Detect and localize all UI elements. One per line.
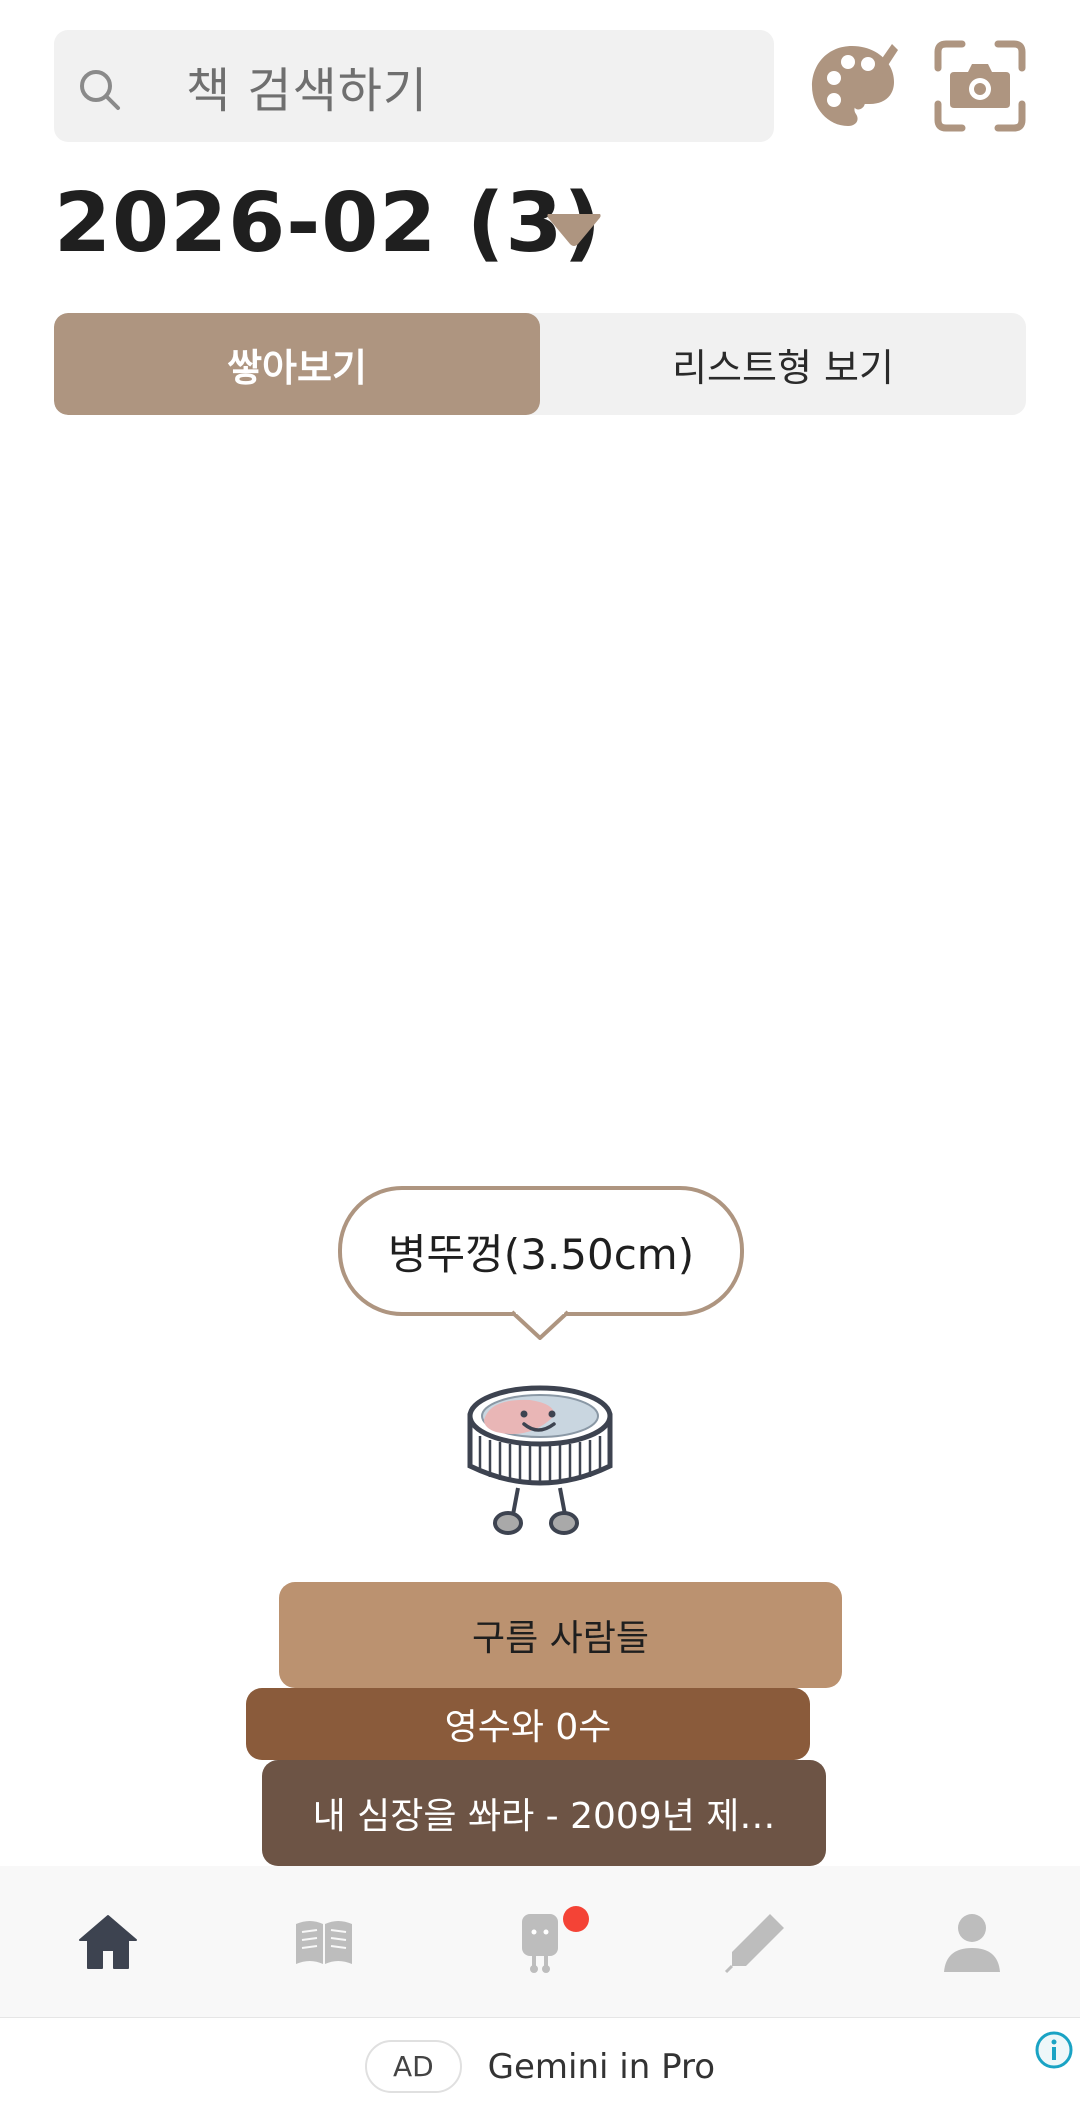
nav-profile[interactable] (864, 1866, 1080, 2018)
bottle-cap-character-icon (467, 1385, 613, 1535)
book-item[interactable]: 영수와 0수 (246, 1688, 810, 1760)
nav-library[interactable] (216, 1866, 432, 2018)
nav-write[interactable] (648, 1866, 864, 2018)
pencil-icon (724, 1913, 784, 1973)
tab-stack-view[interactable]: 쌓아보기 (54, 313, 540, 415)
month-title: 2026-02 (3) (54, 176, 602, 271)
search-placeholder: 책 검색하기 (186, 63, 429, 119)
caret-down-icon[interactable] (544, 210, 604, 250)
home-icon (79, 1914, 137, 1969)
height-bubble: 병뚜껑(3.50cm) (338, 1186, 744, 1316)
search-input[interactable]: 책 검색하기 (54, 30, 774, 142)
camera-icon[interactable] (932, 40, 1028, 132)
ad-badge: AD (364, 2040, 462, 2093)
nav-character[interactable] (432, 1866, 648, 2018)
tab-list-view[interactable]: 리스트형 보기 (540, 313, 1026, 415)
search-icon (80, 70, 120, 110)
book-item[interactable]: 구름 사람들 (279, 1582, 842, 1688)
bubble-tail (510, 1310, 570, 1340)
person-icon (944, 1913, 1000, 1972)
ad-text: Gemini in Pro (487, 2046, 716, 2087)
book-icon (296, 1920, 352, 1964)
view-toggle: 쌓아보기 리스트형 보기 (54, 313, 1026, 415)
ad-banner[interactable]: AD Gemini in Pro (0, 2018, 1080, 2115)
notification-dot (563, 1905, 589, 1932)
nav-home[interactable] (0, 1866, 216, 2018)
bottom-nav (0, 1866, 1080, 2018)
palette-icon[interactable] (808, 40, 900, 132)
info-icon[interactable] (1034, 2030, 1074, 2070)
book-item[interactable]: 내 심장을 쏴라 - 2009년 제… (262, 1760, 826, 1866)
